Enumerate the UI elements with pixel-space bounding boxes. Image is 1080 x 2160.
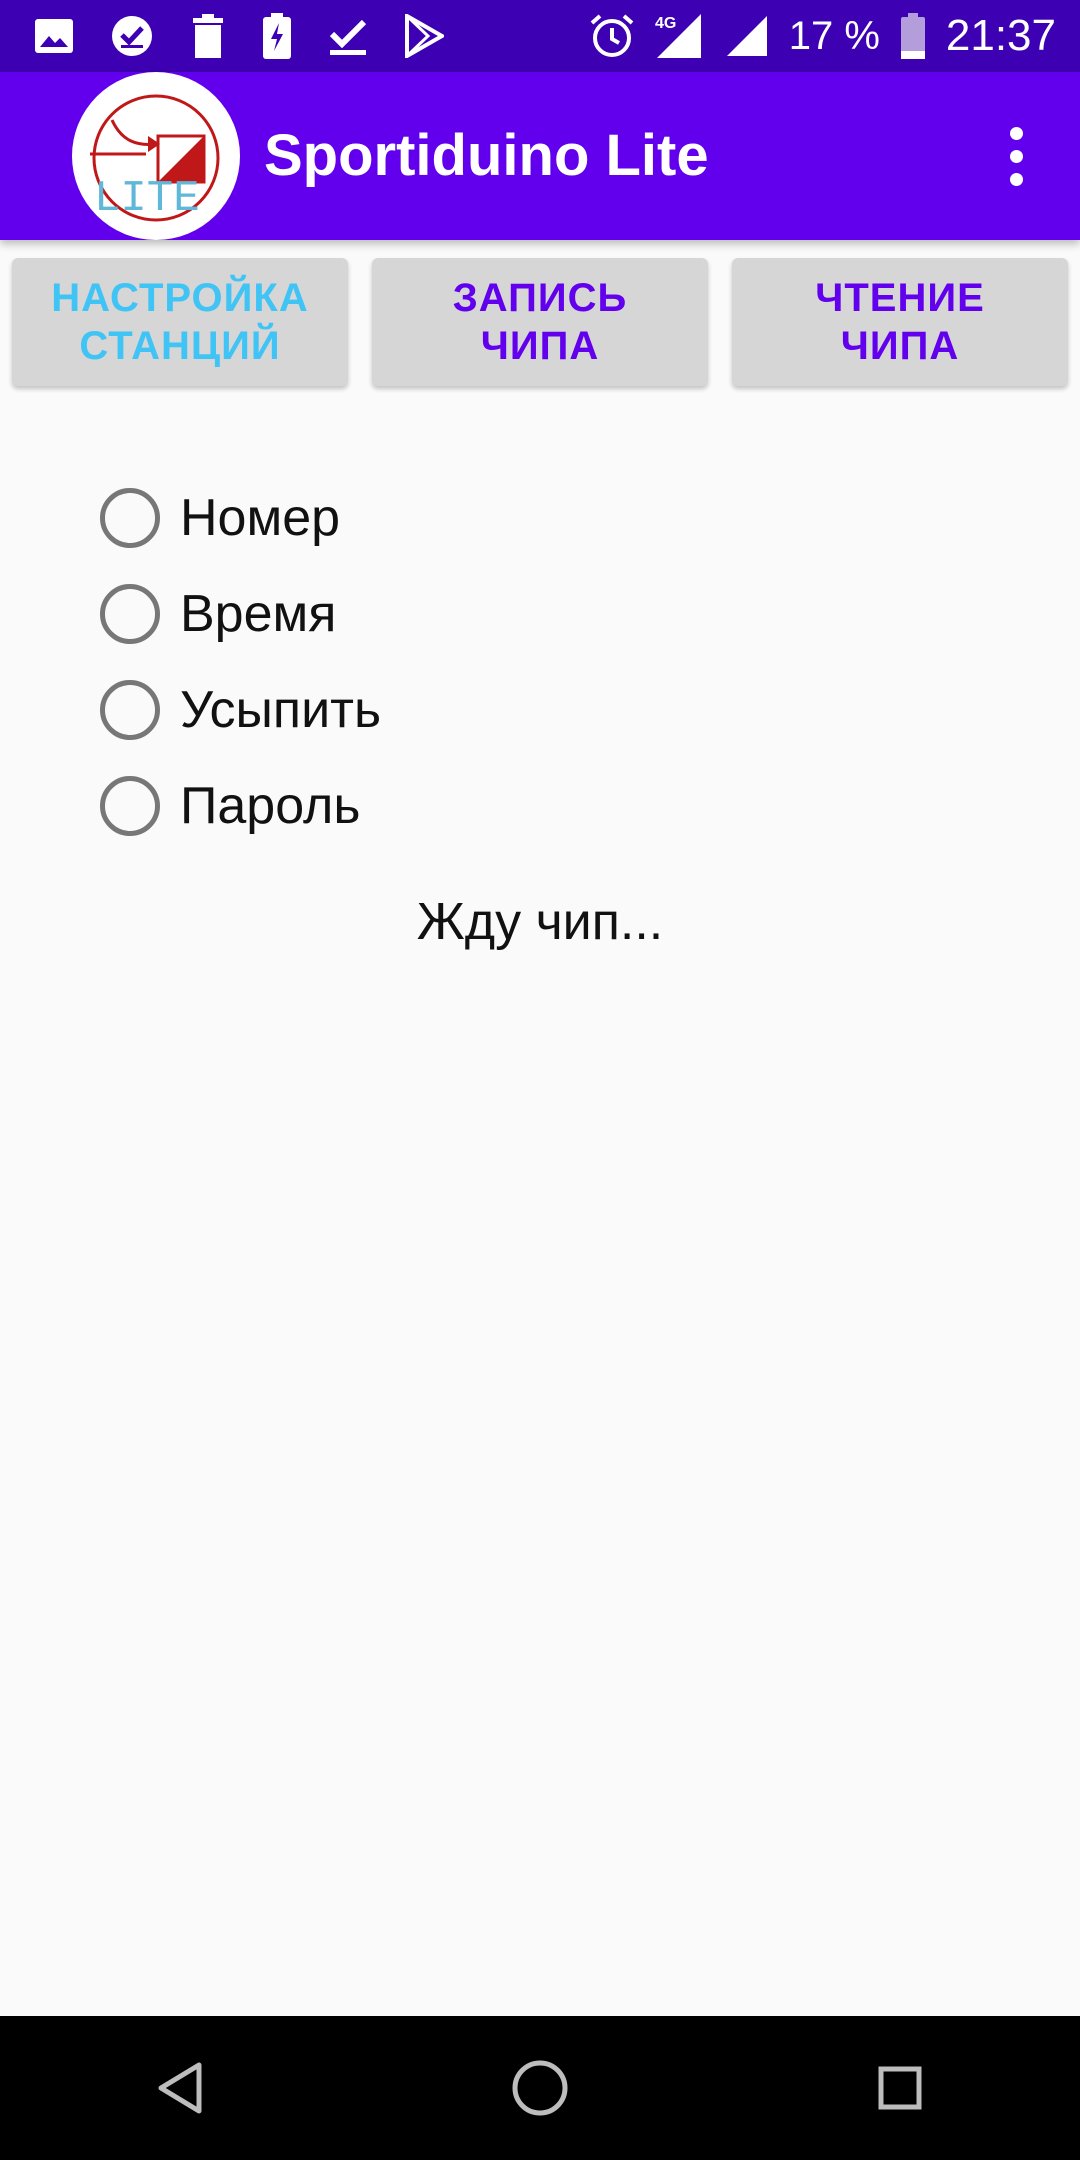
battery-charging-icon xyxy=(262,13,292,59)
system-status: 4G 17 % 21:37 xyxy=(569,11,1056,61)
setup-options: Номер Время Усыпить Пароль xyxy=(100,470,381,854)
radio-button[interactable] xyxy=(100,488,160,548)
tab-station-setup[interactable]: НАСТРОЙКА СТАНЦИЙ xyxy=(12,258,348,386)
status-bar: 4G 17 % 21:37 xyxy=(0,0,1080,72)
svg-text:4G: 4G xyxy=(655,15,676,32)
radio-label: Номер xyxy=(180,489,341,547)
battery-percent: 17 % xyxy=(788,13,880,58)
radio-label: Время xyxy=(180,585,337,643)
download-done-icon xyxy=(328,16,368,56)
signal-icon xyxy=(725,14,769,58)
battery-icon xyxy=(900,13,926,59)
recents-icon[interactable] xyxy=(840,2028,960,2148)
radio-label: Усыпить xyxy=(180,681,382,739)
radio-password[interactable]: Пароль xyxy=(100,758,381,854)
tab-write-chip[interactable]: ЗАПИСЬ ЧИПА xyxy=(372,258,708,386)
app-title: Sportiduino Lite xyxy=(264,123,709,188)
clock: 21:37 xyxy=(945,11,1056,60)
radio-button[interactable] xyxy=(100,680,160,740)
home-icon[interactable] xyxy=(480,2028,600,2148)
play-store-icon xyxy=(404,14,444,58)
app-logo: LITE xyxy=(72,72,240,240)
notification-icons xyxy=(34,13,480,59)
tab-read-chip[interactable]: ЧТЕНИЕ ЧИПА xyxy=(732,258,1068,386)
alarm-icon xyxy=(589,13,635,59)
image-icon xyxy=(34,18,74,54)
navigation-bar xyxy=(0,2016,1080,2160)
signal-4g-icon: 4G xyxy=(655,12,705,60)
mode-tabs: НАСТРОЙКА СТАНЦИЙ ЗАПИСЬ ЧИПА ЧТЕНИЕ ЧИП… xyxy=(12,258,1068,386)
radio-label: Пароль xyxy=(180,777,361,835)
more-vert-icon[interactable] xyxy=(976,114,1056,198)
app-screen: 4G 17 % 21:37 LITE Sportiduino Lite НАСТ… xyxy=(0,0,1080,2160)
check-circle-icon xyxy=(110,14,154,58)
radio-number[interactable]: Номер xyxy=(100,470,381,566)
app-bar: LITE Sportiduino Lite xyxy=(0,72,1080,240)
svg-text:LITE: LITE xyxy=(94,174,200,224)
trash-icon xyxy=(190,14,226,58)
radio-sleep[interactable]: Усыпить xyxy=(100,662,381,758)
radio-button[interactable] xyxy=(100,776,160,836)
radio-button[interactable] xyxy=(100,584,160,644)
back-icon[interactable] xyxy=(120,2028,240,2148)
waiting-message: Жду чип... xyxy=(416,893,664,951)
radio-time[interactable]: Время xyxy=(100,566,381,662)
